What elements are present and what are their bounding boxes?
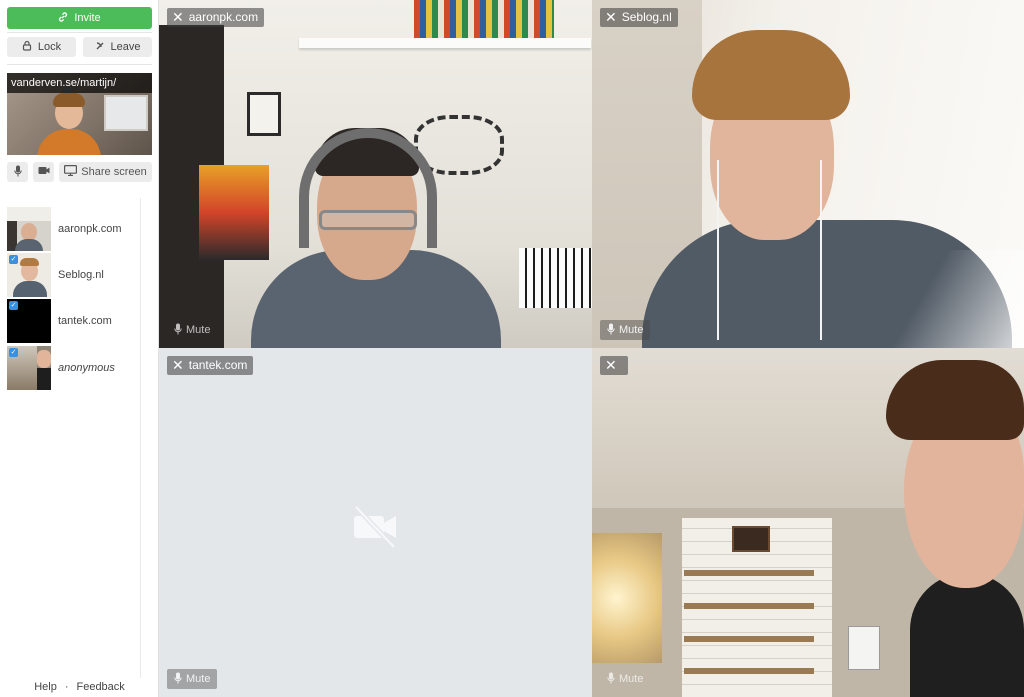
video-tile-aaronpk[interactable]: ✕ aaronpk.com Mute <box>159 0 592 348</box>
video-tile-tantek[interactable]: ✕ tantek.com Mute <box>159 348 592 697</box>
desk-clutter <box>199 165 269 260</box>
mute-button[interactable]: Mute <box>600 320 651 340</box>
participant-name: tantek.com <box>188 358 248 372</box>
participant-name: anonymous <box>58 362 115 374</box>
mic-icon <box>607 672 615 687</box>
checked-icon: ✓ <box>9 348 18 357</box>
shelf <box>684 668 814 674</box>
mic-icon <box>174 672 182 687</box>
wall-shelf <box>299 38 591 48</box>
participant-item-anonymous[interactable]: ✓ anonymous <box>7 346 141 390</box>
participant-item-seblog[interactable]: ✓ Seblog.nl <box>7 253 141 297</box>
mute-button[interactable]: Mute <box>600 669 650 689</box>
self-video-person-hair <box>53 93 85 107</box>
books <box>414 0 554 38</box>
mute-label: Mute <box>186 673 211 685</box>
microphone-button[interactable] <box>7 162 28 182</box>
share-screen-button[interactable]: Share screen <box>59 162 152 182</box>
sidebar: Invite Lock Leave vanderven.se/martijn/ <box>0 0 159 697</box>
feedback-link[interactable]: Feedback <box>76 681 124 693</box>
cafe-sign <box>732 526 770 552</box>
glasses <box>319 210 417 230</box>
participant-name: Seblog.nl <box>58 269 104 281</box>
participant-item-aaronpk[interactable]: aaronpk.com <box>7 207 141 251</box>
checked-icon: ✓ <box>9 255 18 264</box>
participant-name: tantek.com <box>58 315 112 327</box>
person-shirt <box>910 573 1024 697</box>
participant-tag: ✕ <box>600 356 628 375</box>
mic-icon <box>607 323 615 338</box>
participant-thumbnail <box>7 207 51 251</box>
leave-icon <box>95 41 105 54</box>
close-icon[interactable]: ✕ <box>172 356 184 375</box>
lock-icon <box>22 40 32 54</box>
sidebar-footer: Help · Feedback <box>0 677 159 697</box>
participant-tag: ✕ Seblog.nl <box>600 8 678 27</box>
camera-icon <box>38 166 50 178</box>
footer-separator: · <box>64 681 69 693</box>
close-icon[interactable]: ✕ <box>172 8 184 27</box>
keyboard-piano <box>519 248 592 308</box>
lock-label: Lock <box>37 41 62 53</box>
help-link[interactable]: Help <box>34 681 57 693</box>
person-hair <box>886 360 1024 440</box>
divider <box>7 32 152 33</box>
camera-button[interactable] <box>33 162 54 182</box>
leave-label: Leave <box>110 41 141 53</box>
mic-icon <box>174 323 182 338</box>
participant-name: aaronpk.com <box>188 10 259 24</box>
close-icon[interactable]: ✕ <box>605 8 617 27</box>
wall-switch <box>848 626 880 670</box>
participant-list: aaronpk.com ✓ Seblog.nl ✓ tantek.com ✓ a… <box>0 198 141 678</box>
picture-frame <box>247 92 281 136</box>
screen-icon <box>64 165 78 179</box>
divider <box>7 64 152 65</box>
self-video-preview[interactable]: vanderven.se/martijn/ <box>7 73 152 155</box>
share-screen-label: Share screen <box>81 166 147 178</box>
participant-name: Seblog.nl <box>621 10 672 24</box>
earphone-cable <box>820 160 828 340</box>
leave-button[interactable]: Leave <box>83 37 152 57</box>
participant-thumbnail: ✓ <box>7 299 51 343</box>
participant-thumbnail: ✓ <box>7 346 51 390</box>
link-icon <box>58 11 68 25</box>
participant-tag: ✕ tantek.com <box>167 356 254 375</box>
shelf <box>684 636 814 642</box>
participant-name: aaronpk.com <box>58 223 122 235</box>
light-glare <box>892 250 1024 348</box>
mute-button[interactable]: Mute <box>167 669 218 689</box>
earphone-cable <box>717 160 725 340</box>
invite-label: Invite <box>74 12 101 24</box>
invite-button[interactable]: Invite <box>7 7 152 29</box>
mic-icon <box>13 165 22 180</box>
mute-button[interactable]: Mute <box>167 320 217 340</box>
mute-label: Mute <box>619 673 644 685</box>
lock-button[interactable]: Lock <box>7 37 76 57</box>
shelf <box>684 570 814 576</box>
video-tile-anonymous[interactable]: ✕ Mute <box>592 348 1024 697</box>
shelf <box>684 603 814 609</box>
participant-item-tantek[interactable]: ✓ tantek.com <box>7 299 141 343</box>
video-tile-seblog[interactable]: ✕ Seblog.nl Mute <box>592 0 1024 348</box>
mute-label: Mute <box>186 324 211 336</box>
self-video-window <box>104 95 148 131</box>
checked-icon: ✓ <box>9 301 18 310</box>
participant-tag: ✕ aaronpk.com <box>167 8 265 27</box>
mute-label: Mute <box>619 324 644 336</box>
cafe-lamp-glow <box>592 533 662 663</box>
close-icon[interactable]: ✕ <box>605 356 617 375</box>
self-url-label: vanderven.se/martijn/ <box>7 73 152 93</box>
participant-thumbnail: ✓ <box>7 253 51 297</box>
camera-off-icon <box>352 503 400 554</box>
